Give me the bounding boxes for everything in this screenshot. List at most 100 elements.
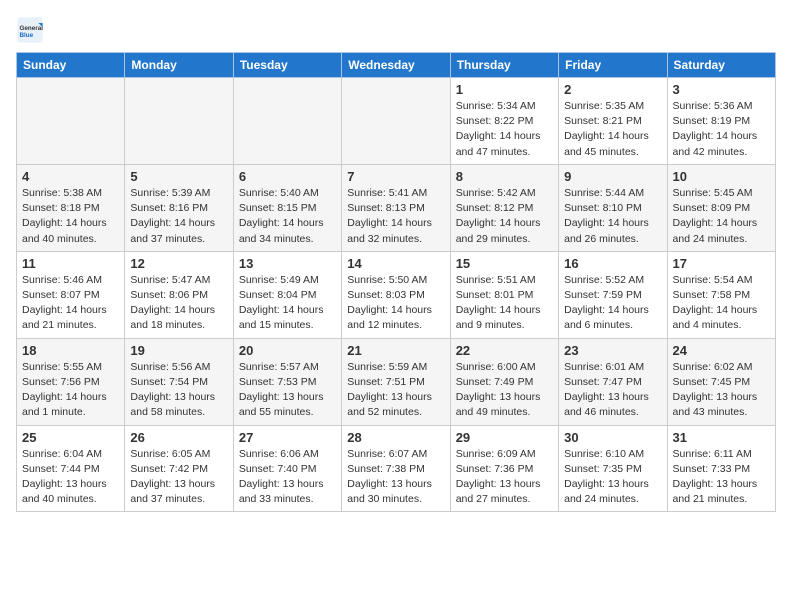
calendar-cell: 10 Sunrise: 5:45 AM Sunset: 8:09 PM Dayli… xyxy=(667,164,775,251)
logo: General Blue xyxy=(16,16,48,44)
day-number: 27 xyxy=(239,430,336,445)
calendar-cell: 17Sunrise: 5:54 AM Sunset: 7:58 PM Dayli… xyxy=(667,251,775,338)
day-info: Sunrise: 6:11 AM Sunset: 7:33 PM Dayligh… xyxy=(673,447,770,508)
day-info: Sunrise: 5:46 AM Sunset: 8:07 PM Dayligh… xyxy=(22,273,119,334)
day-info: Sunrise: 5:57 AM Sunset: 7:53 PM Dayligh… xyxy=(239,360,336,421)
calendar-cell: 16 Sunrise: 5:52 AM Sunset: 7:59 PM Dayli… xyxy=(559,251,667,338)
calendar-cell: 27 Sunrise: 6:06 AM Sunset: 7:40 PM Dayli… xyxy=(233,425,341,512)
day-number: 19 xyxy=(130,343,227,358)
day-number: 26 xyxy=(130,430,227,445)
calendar-cell: 3 Sunrise: 5:36 AM Sunset: 8:19 PM Daylig… xyxy=(667,78,775,165)
svg-text:General: General xyxy=(20,25,44,32)
day-info: Sunrise: 5:36 AM Sunset: 8:19 PM Dayligh… xyxy=(673,99,770,160)
day-number: 3 xyxy=(673,82,770,97)
day-info: Sunrise: 5:49 AM Sunset: 8:04 PM Dayligh… xyxy=(239,273,336,334)
day-info: Sunrise: 5:51 AM Sunset: 8:01 PM Dayligh… xyxy=(456,273,553,334)
calendar-cell: 6Sunrise: 5:40 AM Sunset: 8:15 PM Daylig… xyxy=(233,164,341,251)
calendar-cell: 19 Sunrise: 5:56 AM Sunset: 7:54 PM Dayli… xyxy=(125,338,233,425)
week-row: 11 Sunrise: 5:46 AM Sunset: 8:07 PM Dayli… xyxy=(17,251,776,338)
day-number: 5 xyxy=(130,169,227,184)
calendar-cell: 25 Sunrise: 6:04 AM Sunset: 7:44 PM Dayli… xyxy=(17,425,125,512)
calendar-cell: 22 Sunrise: 6:00 AM Sunset: 7:49 PM Dayli… xyxy=(450,338,558,425)
calendar-cell: 29 Sunrise: 6:09 AM Sunset: 7:36 PM Dayli… xyxy=(450,425,558,512)
day-number: 17 xyxy=(673,256,770,271)
calendar-cell: 30Sunrise: 6:10 AM Sunset: 7:35 PM Dayli… xyxy=(559,425,667,512)
day-number: 11 xyxy=(22,256,119,271)
day-info: Sunrise: 6:05 AM Sunset: 7:42 PM Dayligh… xyxy=(130,447,227,508)
weekday-header-row: SundayMondayTuesdayWednesdayThursdayFrid… xyxy=(17,53,776,78)
weekday-header: Monday xyxy=(125,53,233,78)
day-info: Sunrise: 6:00 AM Sunset: 7:49 PM Dayligh… xyxy=(456,360,553,421)
day-info: Sunrise: 6:07 AM Sunset: 7:38 PM Dayligh… xyxy=(347,447,444,508)
calendar-table: SundayMondayTuesdayWednesdayThursdayFrid… xyxy=(16,52,776,512)
week-row: 25 Sunrise: 6:04 AM Sunset: 7:44 PM Dayli… xyxy=(17,425,776,512)
day-info: Sunrise: 5:42 AM Sunset: 8:12 PM Dayligh… xyxy=(456,186,553,247)
calendar-cell: 18Sunrise: 5:55 AM Sunset: 7:56 PM Dayli… xyxy=(17,338,125,425)
day-number: 18 xyxy=(22,343,119,358)
logo-icon: General Blue xyxy=(16,16,44,44)
day-info: Sunrise: 5:56 AM Sunset: 7:54 PM Dayligh… xyxy=(130,360,227,421)
day-info: Sunrise: 5:50 AM Sunset: 8:03 PM Dayligh… xyxy=(347,273,444,334)
day-info: Sunrise: 6:04 AM Sunset: 7:44 PM Dayligh… xyxy=(22,447,119,508)
day-number: 23 xyxy=(564,343,661,358)
weekday-header: Wednesday xyxy=(342,53,450,78)
day-number: 8 xyxy=(456,169,553,184)
day-number: 16 xyxy=(564,256,661,271)
day-number: 10 xyxy=(673,169,770,184)
calendar-cell: 20 Sunrise: 5:57 AM Sunset: 7:53 PM Dayli… xyxy=(233,338,341,425)
calendar-cell: 8 Sunrise: 5:42 AM Sunset: 8:12 PM Daylig… xyxy=(450,164,558,251)
week-row: 4 Sunrise: 5:38 AM Sunset: 8:18 PM Daylig… xyxy=(17,164,776,251)
calendar-cell xyxy=(17,78,125,165)
weekday-header: Thursday xyxy=(450,53,558,78)
day-number: 7 xyxy=(347,169,444,184)
day-info: Sunrise: 5:45 AM Sunset: 8:09 PM Dayligh… xyxy=(673,186,770,247)
calendar-cell: 26 Sunrise: 6:05 AM Sunset: 7:42 PM Dayli… xyxy=(125,425,233,512)
calendar-cell xyxy=(125,78,233,165)
calendar-cell: 4 Sunrise: 5:38 AM Sunset: 8:18 PM Daylig… xyxy=(17,164,125,251)
calendar-cell: 12 Sunrise: 5:47 AM Sunset: 8:06 PM Dayli… xyxy=(125,251,233,338)
calendar-cell: 7 Sunrise: 5:41 AM Sunset: 8:13 PM Daylig… xyxy=(342,164,450,251)
calendar-cell: 13 Sunrise: 5:49 AM Sunset: 8:04 PM Dayli… xyxy=(233,251,341,338)
calendar-cell: 23 Sunrise: 6:01 AM Sunset: 7:47 PM Dayli… xyxy=(559,338,667,425)
day-info: Sunrise: 5:38 AM Sunset: 8:18 PM Dayligh… xyxy=(22,186,119,247)
day-number: 2 xyxy=(564,82,661,97)
day-info: Sunrise: 5:39 AM Sunset: 8:16 PM Dayligh… xyxy=(130,186,227,247)
day-number: 24 xyxy=(673,343,770,358)
weekday-header: Sunday xyxy=(17,53,125,78)
day-number: 20 xyxy=(239,343,336,358)
calendar-cell: 1Sunrise: 5:34 AM Sunset: 8:22 PM Daylig… xyxy=(450,78,558,165)
day-number: 14 xyxy=(347,256,444,271)
calendar-cell: 24 Sunrise: 6:02 AM Sunset: 7:45 PM Dayli… xyxy=(667,338,775,425)
day-number: 30 xyxy=(564,430,661,445)
calendar-cell: 14 Sunrise: 5:50 AM Sunset: 8:03 PM Dayli… xyxy=(342,251,450,338)
week-row: 18Sunrise: 5:55 AM Sunset: 7:56 PM Dayli… xyxy=(17,338,776,425)
day-number: 13 xyxy=(239,256,336,271)
day-info: Sunrise: 5:52 AM Sunset: 7:59 PM Dayligh… xyxy=(564,273,661,334)
day-number: 9 xyxy=(564,169,661,184)
day-info: Sunrise: 5:40 AM Sunset: 8:15 PM Dayligh… xyxy=(239,186,336,247)
day-number: 31 xyxy=(673,430,770,445)
weekday-header: Friday xyxy=(559,53,667,78)
day-info: Sunrise: 6:06 AM Sunset: 7:40 PM Dayligh… xyxy=(239,447,336,508)
day-info: Sunrise: 5:59 AM Sunset: 7:51 PM Dayligh… xyxy=(347,360,444,421)
calendar-cell: 15Sunrise: 5:51 AM Sunset: 8:01 PM Dayli… xyxy=(450,251,558,338)
day-number: 12 xyxy=(130,256,227,271)
calendar-cell: 2Sunrise: 5:35 AM Sunset: 8:21 PM Daylig… xyxy=(559,78,667,165)
calendar-cell xyxy=(233,78,341,165)
day-number: 4 xyxy=(22,169,119,184)
calendar-cell: 28Sunrise: 6:07 AM Sunset: 7:38 PM Dayli… xyxy=(342,425,450,512)
day-info: Sunrise: 6:02 AM Sunset: 7:45 PM Dayligh… xyxy=(673,360,770,421)
day-info: Sunrise: 5:41 AM Sunset: 8:13 PM Dayligh… xyxy=(347,186,444,247)
calendar-cell: 31 Sunrise: 6:11 AM Sunset: 7:33 PM Dayli… xyxy=(667,425,775,512)
day-number: 22 xyxy=(456,343,553,358)
svg-text:Blue: Blue xyxy=(20,32,34,39)
day-info: Sunrise: 6:09 AM Sunset: 7:36 PM Dayligh… xyxy=(456,447,553,508)
day-info: Sunrise: 5:47 AM Sunset: 8:06 PM Dayligh… xyxy=(130,273,227,334)
weekday-header: Tuesday xyxy=(233,53,341,78)
calendar-cell: 9Sunrise: 5:44 AM Sunset: 8:10 PM Daylig… xyxy=(559,164,667,251)
day-number: 29 xyxy=(456,430,553,445)
day-info: Sunrise: 6:01 AM Sunset: 7:47 PM Dayligh… xyxy=(564,360,661,421)
weekday-header: Saturday xyxy=(667,53,775,78)
day-number: 1 xyxy=(456,82,553,97)
day-number: 25 xyxy=(22,430,119,445)
